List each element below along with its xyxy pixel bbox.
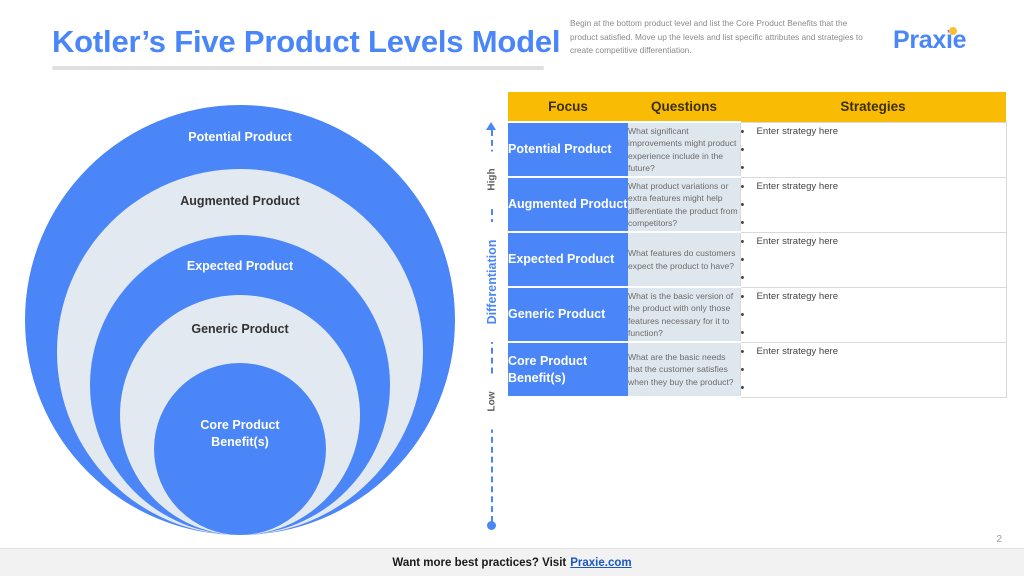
strategy-item[interactable] bbox=[741, 141, 1006, 159]
praxie-logo: Praxie bbox=[893, 26, 967, 55]
cell-focus: Expected Product bbox=[508, 231, 628, 288]
matrix-row: Augmented Product What product variations… bbox=[508, 176, 1007, 233]
strategy-item[interactable]: Enter strategy here bbox=[741, 288, 1006, 306]
ring-label-4: Core Product Benefit(s) bbox=[200, 418, 280, 449]
cell-focus: Augmented Product bbox=[508, 176, 628, 233]
axis-low-label: Low bbox=[484, 373, 500, 430]
cell-focus: Generic Product bbox=[508, 286, 628, 343]
cell-strategy[interactable]: Enter strategy here bbox=[739, 341, 1007, 398]
matrix-row: Expected Product What features do custome… bbox=[508, 231, 1007, 288]
product-levels-diagram: Potential Product Augmented Product Expect… bbox=[20, 105, 460, 535]
strategy-item[interactable]: Enter strategy here bbox=[741, 233, 1006, 251]
strategy-item[interactable] bbox=[741, 214, 1006, 232]
cell-focus: Core Product Benefit(s) bbox=[508, 341, 628, 398]
footer-text: Want more best practices? Visit bbox=[392, 556, 567, 569]
strategy-list: Enter strategy here bbox=[741, 233, 1006, 287]
cell-focus: Potential Product bbox=[508, 121, 628, 178]
strategy-item[interactable] bbox=[741, 159, 1006, 177]
strategy-item[interactable] bbox=[741, 196, 1006, 214]
cell-strategy[interactable]: Enter strategy here bbox=[739, 176, 1007, 233]
cell-question: What product variations or extra feature… bbox=[628, 176, 740, 233]
cell-question: What features do customers expect the pr… bbox=[628, 231, 740, 288]
differentiation-axis: High Differentiation Low bbox=[478, 122, 506, 530]
ring-label-0: Potential Product bbox=[188, 130, 292, 144]
strategy-list: Enter strategy here bbox=[741, 123, 1006, 177]
page-title: Kotler’s Five Product Levels Model bbox=[52, 24, 561, 59]
matrix-row: Potential Product What significant improv… bbox=[508, 121, 1007, 178]
strategy-item[interactable]: Enter strategy here bbox=[741, 123, 1006, 141]
axis-high-label: High bbox=[484, 151, 500, 208]
matrix-body: Potential Product What significant improv… bbox=[508, 121, 1007, 398]
cell-question: What significant improvements might prod… bbox=[628, 121, 740, 178]
column-header-questions: Questions bbox=[628, 92, 740, 122]
cell-strategy[interactable]: Enter strategy here bbox=[739, 121, 1007, 178]
strategy-item[interactable] bbox=[741, 251, 1006, 269]
cell-strategy[interactable]: Enter strategy here bbox=[739, 231, 1007, 288]
strategy-item[interactable]: Enter strategy here bbox=[741, 178, 1006, 196]
matrix-row: Generic Product What is the basic version… bbox=[508, 286, 1007, 343]
ring-label-2: Expected Product bbox=[186, 259, 294, 273]
axis-title: Differentiation bbox=[482, 222, 502, 342]
axis-arrow-icon bbox=[486, 122, 496, 130]
strategy-list: Enter strategy here bbox=[741, 343, 1006, 397]
strategy-list: Enter strategy here bbox=[741, 288, 1006, 342]
ring-label-1: Augmented Product bbox=[180, 194, 300, 208]
strategy-item[interactable] bbox=[741, 324, 1006, 342]
column-header-strategies: Strategies bbox=[740, 92, 1006, 122]
strategy-list: Enter strategy here bbox=[741, 178, 1006, 232]
strategy-item[interactable] bbox=[741, 306, 1006, 324]
cell-question: What is the basic version of the product… bbox=[628, 286, 740, 343]
page-number: 2 bbox=[996, 534, 1002, 545]
column-header-focus: Focus bbox=[508, 92, 628, 122]
matrix-header-row: Focus Questions Strategies bbox=[508, 92, 1006, 122]
slide: Kotler’s Five Product Levels Model Begin… bbox=[0, 0, 1024, 576]
cell-strategy[interactable]: Enter strategy here bbox=[739, 286, 1007, 343]
strategy-item[interactable] bbox=[741, 361, 1006, 379]
intro-description: Begin at the bottom product level and li… bbox=[570, 18, 863, 55]
product-levels-matrix: Focus Questions Strategies Potential Pro… bbox=[508, 92, 1007, 398]
strategy-item[interactable] bbox=[741, 269, 1006, 287]
strategy-item[interactable] bbox=[741, 379, 1006, 397]
axis-dot-icon bbox=[487, 521, 496, 530]
matrix-row: Core Product Benefit(s) What are the basi… bbox=[508, 341, 1007, 398]
footer-bar: Want more best practices? Visit Praxie.c… bbox=[0, 548, 1024, 576]
title-divider bbox=[52, 66, 544, 70]
ring-label-3: Generic Product bbox=[191, 322, 289, 336]
footer-link-praxie[interactable]: Praxie.com bbox=[570, 557, 631, 569]
strategy-item[interactable]: Enter strategy here bbox=[741, 343, 1006, 361]
cell-question: What are the basic needs that the custom… bbox=[628, 341, 740, 398]
